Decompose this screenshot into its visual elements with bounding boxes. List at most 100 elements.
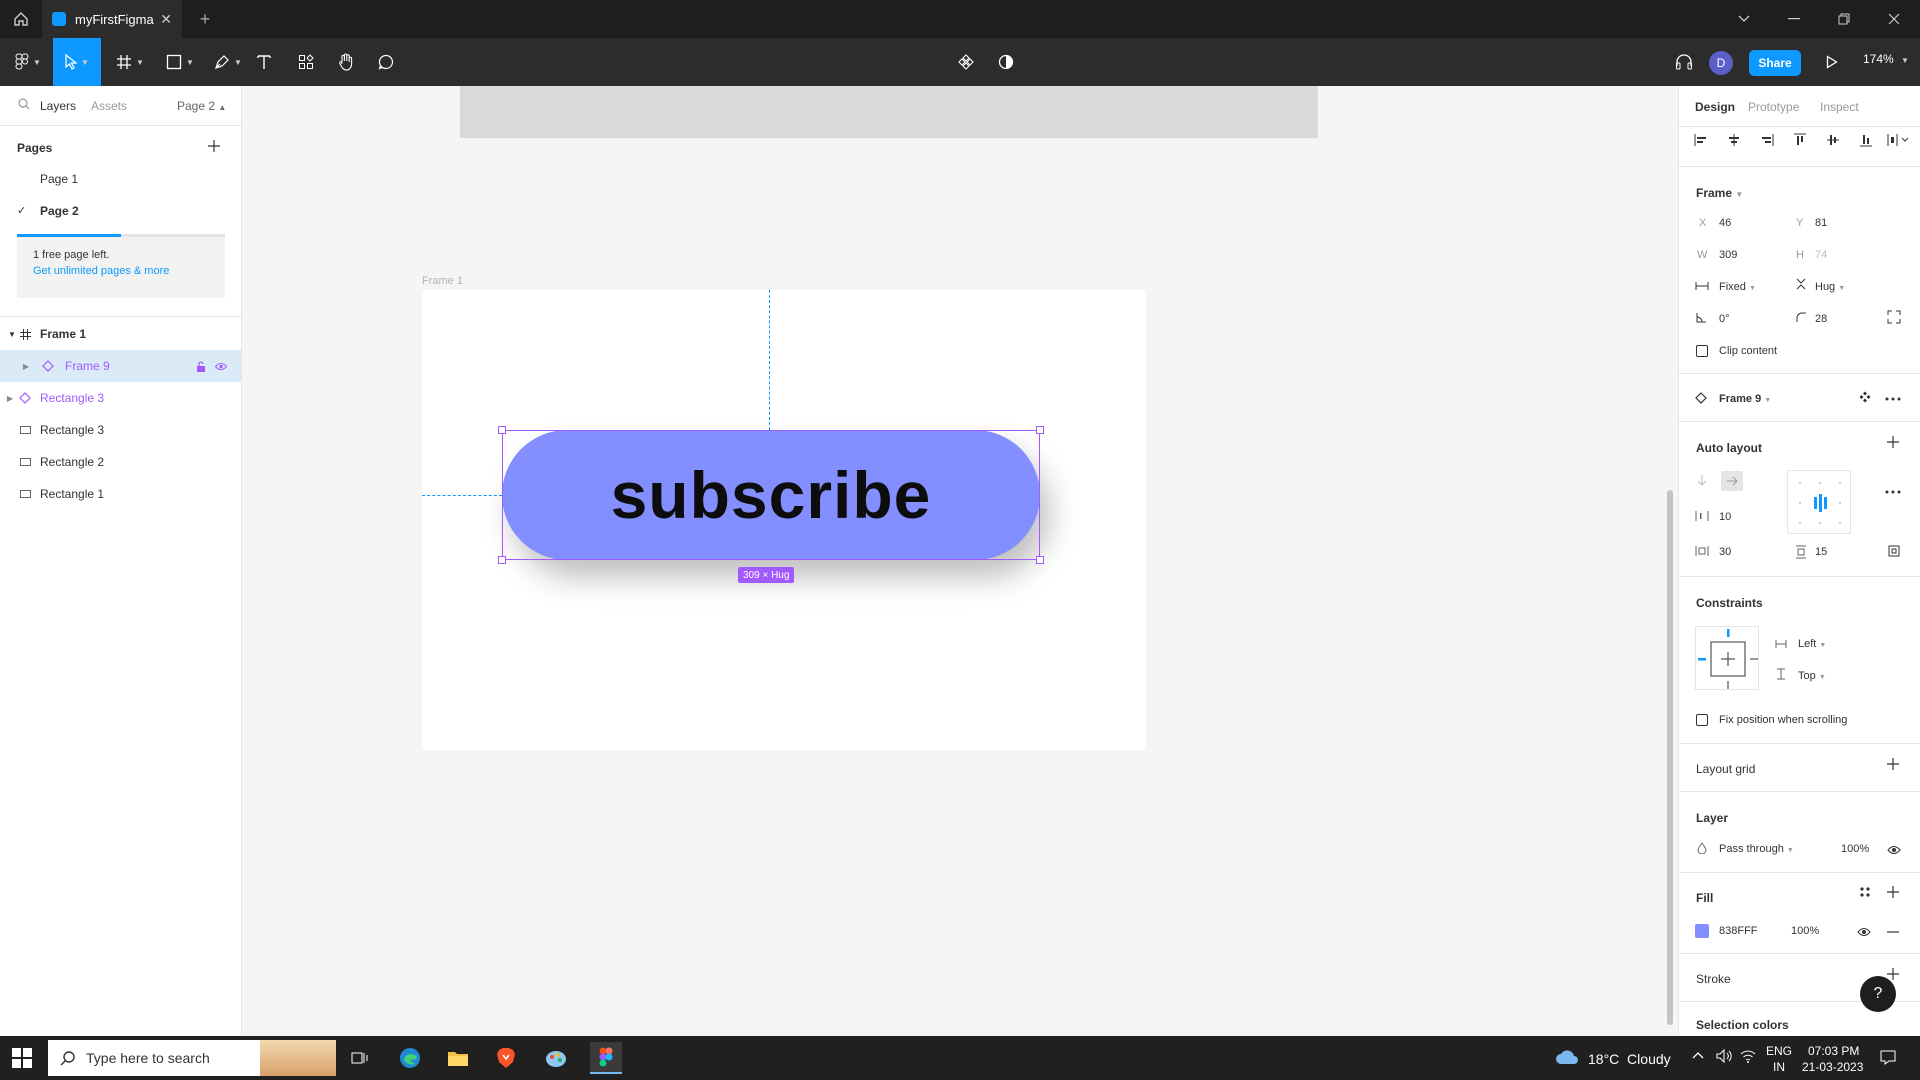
share-button[interactable]: Share bbox=[1749, 50, 1801, 76]
notifications-icon[interactable] bbox=[1880, 1049, 1896, 1068]
h-input[interactable]: 74 bbox=[1815, 249, 1827, 261]
file-tab[interactable]: myFirstFigma ✕ bbox=[42, 0, 182, 38]
remove-fill-icon[interactable] bbox=[1887, 925, 1899, 940]
w-input[interactable]: 309 bbox=[1719, 249, 1737, 261]
upgrade-link[interactable]: Get unlimited pages & more bbox=[33, 265, 209, 277]
weather-text[interactable]: 18°C Cloudy bbox=[1588, 1051, 1671, 1067]
vertical-constraint-select[interactable]: Top ▼ bbox=[1798, 670, 1826, 682]
clock-date[interactable]: 21-03-2023 bbox=[1802, 1060, 1863, 1074]
align-horizontal-center-icon[interactable] bbox=[1727, 133, 1741, 150]
unlock-icon[interactable] bbox=[195, 360, 207, 372]
close-window-icon[interactable] bbox=[1870, 0, 1918, 38]
more-options-icon[interactable] bbox=[1885, 389, 1901, 404]
taskbar-search[interactable]: Type here to search bbox=[48, 1040, 336, 1076]
help-button[interactable]: ? bbox=[1860, 976, 1896, 1012]
pen-tool-button[interactable]: ▼ bbox=[208, 38, 248, 86]
speaker-icon[interactable] bbox=[1716, 1048, 1732, 1066]
align-vertical-center-icon[interactable] bbox=[1826, 133, 1840, 150]
add-page-button[interactable] bbox=[208, 136, 220, 157]
independent-corners-icon[interactable] bbox=[1887, 310, 1901, 327]
frame-tool-button[interactable]: ▼ bbox=[110, 38, 150, 86]
present-button[interactable] bbox=[1818, 38, 1846, 86]
fix-position-checkbox[interactable] bbox=[1696, 714, 1708, 726]
eye-icon[interactable] bbox=[1857, 925, 1871, 940]
frame-label[interactable]: Frame 1 bbox=[422, 275, 463, 287]
tab-assets[interactable]: Assets bbox=[91, 99, 127, 113]
horizontal-padding-input[interactable]: 30 bbox=[1719, 546, 1731, 558]
width-mode-select[interactable]: Fixed ▼ bbox=[1719, 281, 1756, 293]
brave-browser-icon[interactable] bbox=[490, 1042, 522, 1074]
language-indicator[interactable]: ENG bbox=[1766, 1044, 1792, 1058]
fill-hex-input[interactable]: 838FFF bbox=[1719, 925, 1758, 937]
paint-app-icon[interactable] bbox=[540, 1042, 572, 1074]
rotation-input[interactable]: 0° bbox=[1719, 313, 1730, 325]
task-view-icon[interactable] bbox=[344, 1042, 376, 1074]
layer-frame-9[interactable]: ▶ Frame 9 bbox=[0, 350, 241, 382]
move-tool-button[interactable]: ▼ bbox=[53, 38, 101, 86]
clock-time[interactable]: 07:03 PM bbox=[1808, 1044, 1859, 1058]
styles-grid-icon[interactable] bbox=[1859, 886, 1871, 901]
show-hidden-icons-icon[interactable] bbox=[1692, 1048, 1704, 1062]
tab-inspect[interactable]: Inspect bbox=[1820, 100, 1859, 114]
frame-section[interactable]: Frame ▼ bbox=[1696, 186, 1743, 200]
align-left-icon[interactable] bbox=[1694, 133, 1708, 150]
resize-handle-bottom-left[interactable] bbox=[498, 556, 506, 564]
caret-right-icon[interactable]: ▶ bbox=[20, 360, 32, 372]
audio-button[interactable] bbox=[1670, 38, 1698, 86]
caret-down-icon[interactable]: ▼ bbox=[6, 328, 18, 340]
text-tool-button[interactable] bbox=[250, 38, 278, 86]
new-tab-button[interactable]: + bbox=[192, 6, 218, 32]
layer-frame-1[interactable]: ▼ Frame 1 bbox=[0, 318, 241, 350]
vertical-padding-input[interactable]: 15 bbox=[1815, 546, 1827, 558]
resize-handle-bottom-right[interactable] bbox=[1036, 556, 1044, 564]
x-input[interactable]: 46 bbox=[1719, 217, 1731, 229]
search-icon[interactable] bbox=[18, 98, 30, 113]
tab-prototype[interactable]: Prototype bbox=[1748, 100, 1799, 114]
more-options-icon[interactable] bbox=[1885, 482, 1901, 497]
add-fill-icon[interactable] bbox=[1887, 886, 1899, 901]
align-bottom-icon[interactable] bbox=[1859, 133, 1873, 150]
resize-handle-top-right[interactable] bbox=[1036, 426, 1044, 434]
layer-rectangle-3[interactable]: Rectangle 3 bbox=[0, 414, 241, 446]
eye-icon[interactable] bbox=[1887, 843, 1901, 858]
design-canvas[interactable]: Frame 1 subscribe 309 × Hug bbox=[242, 86, 1678, 1036]
add-layout-grid-icon[interactable] bbox=[1887, 758, 1899, 773]
add-auto-layout-icon[interactable] bbox=[1887, 436, 1899, 451]
weather-icon[interactable] bbox=[1555, 1048, 1579, 1069]
zoom-menu[interactable]: 174% ▼ bbox=[1863, 52, 1909, 66]
layer-rectangle-1[interactable]: Rectangle 1 bbox=[0, 478, 241, 510]
tabs-dropdown-icon[interactable] bbox=[1720, 0, 1768, 38]
windows-start-icon[interactable] bbox=[12, 1048, 32, 1068]
hand-tool-button[interactable] bbox=[332, 38, 360, 86]
fill-color-swatch[interactable] bbox=[1695, 924, 1709, 938]
height-mode-select[interactable]: Hug ▼ bbox=[1815, 281, 1845, 293]
shape-tool-button[interactable]: ▼ bbox=[160, 38, 200, 86]
minimize-icon[interactable] bbox=[1770, 0, 1818, 38]
page-selector[interactable]: Page 2 ▲ bbox=[177, 99, 226, 113]
figma-app-icon[interactable] bbox=[590, 1042, 622, 1074]
corner-radius-input[interactable]: 28 bbox=[1815, 313, 1827, 325]
layer-opacity-input[interactable]: 100% bbox=[1841, 843, 1869, 855]
go-to-main-component-icon[interactable] bbox=[1859, 391, 1871, 406]
main-menu-button[interactable]: ▼ bbox=[8, 38, 48, 86]
page-item-page-2[interactable]: Page 2 bbox=[40, 204, 79, 218]
resize-handle-top-left[interactable] bbox=[498, 426, 506, 434]
home-icon[interactable] bbox=[8, 6, 34, 32]
tab-design[interactable]: Design bbox=[1695, 100, 1735, 114]
direction-horizontal-button[interactable] bbox=[1721, 471, 1743, 491]
contrast-button[interactable] bbox=[992, 38, 1020, 86]
blend-mode-select[interactable]: Pass through ▼ bbox=[1719, 843, 1794, 855]
tab-layers[interactable]: Layers bbox=[40, 99, 76, 113]
restore-icon[interactable] bbox=[1820, 0, 1868, 38]
layer-rectangle-3-component[interactable]: ▶ Rectangle 3 bbox=[0, 382, 241, 414]
canvas-scrollbar[interactable] bbox=[1667, 490, 1673, 1025]
alignment-grid[interactable] bbox=[1787, 470, 1851, 534]
user-avatar[interactable]: D bbox=[1709, 51, 1733, 75]
canvas-shape[interactable] bbox=[460, 86, 1318, 138]
fill-opacity-input[interactable]: 100% bbox=[1791, 925, 1819, 937]
resources-button[interactable] bbox=[292, 38, 320, 86]
file-explorer-icon[interactable] bbox=[442, 1042, 474, 1074]
clip-content-checkbox[interactable] bbox=[1696, 345, 1708, 357]
constraints-widget[interactable] bbox=[1695, 626, 1759, 690]
y-input[interactable]: 81 bbox=[1815, 217, 1827, 229]
